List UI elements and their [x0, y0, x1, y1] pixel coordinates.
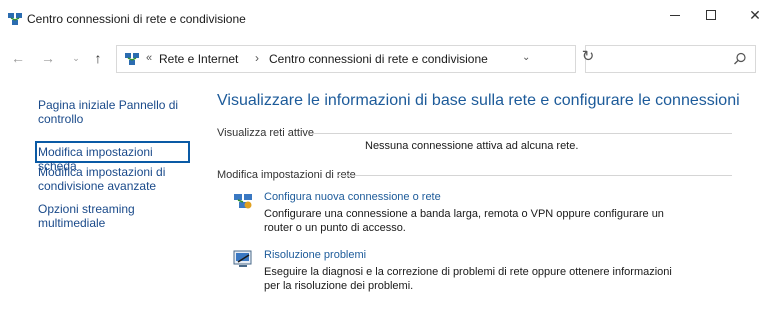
no-connection-text: Nessuna connessione attiva ad alcuna ret… — [365, 140, 579, 152]
minimize-icon — [670, 14, 680, 16]
sidebar-item-sharing-settings[interactable]: Modifica impostazioni di condivisione av… — [38, 165, 188, 193]
troubleshoot-icon — [233, 250, 252, 267]
refresh-icon: ↻ — [581, 48, 595, 65]
arrow-left-icon: ← — [11, 50, 25, 66]
arrow-up-icon: ↑ — [94, 50, 102, 66]
page-title: Visualizzare le informazioni di base sul… — [217, 92, 740, 109]
breadcrumb-centro-connessioni[interactable]: Centro connessioni di rete e condivision… — [269, 52, 488, 66]
breadcrumb-overflow[interactable]: « — [146, 52, 152, 64]
window-title: Centro connessioni di rete e condivision… — [27, 12, 246, 26]
forward-button[interactable]: → — [38, 48, 58, 68]
sidebar: Pagina iniziale Pannello di controllo Mo… — [0, 80, 200, 334]
navigation-bar: ← → ⌄ ↑ « Rete e Internet › Centro conne… — [0, 38, 767, 78]
title-bar: Centro connessioni di rete e condivision… — [0, 0, 767, 38]
network-center-icon — [125, 53, 139, 65]
main-content: Visualizzare le informazioni di base sul… — [200, 80, 767, 334]
recent-locations-button[interactable]: ⌄ — [66, 48, 86, 68]
setup-connection-link[interactable]: Configura nuova connessione o rete — [264, 191, 441, 203]
close-button[interactable]: ✕ — [732, 0, 767, 30]
refresh-button[interactable]: ↻ — [578, 46, 598, 66]
network-setup-icon — [234, 194, 252, 209]
maximize-button[interactable] — [688, 0, 734, 30]
divider — [337, 175, 732, 176]
search-input[interactable] — [585, 45, 756, 73]
arrow-right-icon: → — [41, 50, 55, 66]
up-button[interactable]: ↑ — [88, 48, 108, 68]
address-dropdown-icon[interactable]: ⌄ — [522, 52, 530, 63]
search-icon — [734, 52, 746, 65]
setup-connection-description: Configurare una connessione a banda larg… — [264, 208, 664, 234]
address-bar[interactable]: « Rete e Internet › Centro connessioni d… — [116, 45, 576, 73]
sidebar-item-home[interactable]: Pagina iniziale Pannello di controllo — [38, 98, 188, 126]
breadcrumb-rete-internet[interactable]: Rete e Internet — [159, 52, 238, 66]
troubleshoot-link[interactable]: Risoluzione problemi — [264, 249, 366, 261]
change-settings-label: Modifica impostazioni di rete — [217, 169, 356, 181]
network-center-icon — [8, 13, 22, 25]
breadcrumb-separator[interactable]: › — [255, 51, 259, 65]
chevron-down-icon: ⌄ — [72, 52, 80, 63]
maximize-icon — [706, 10, 716, 20]
troubleshoot-description: Eseguire la diagnosi e la correzione di … — [264, 266, 672, 292]
divider — [312, 133, 732, 134]
back-button[interactable]: ← — [8, 48, 28, 68]
close-icon: ✕ — [749, 6, 761, 23]
active-networks-label: Visualizza reti attive — [217, 127, 315, 139]
sidebar-item-media-streaming[interactable]: Opzioni streaming multimediale — [38, 202, 188, 230]
